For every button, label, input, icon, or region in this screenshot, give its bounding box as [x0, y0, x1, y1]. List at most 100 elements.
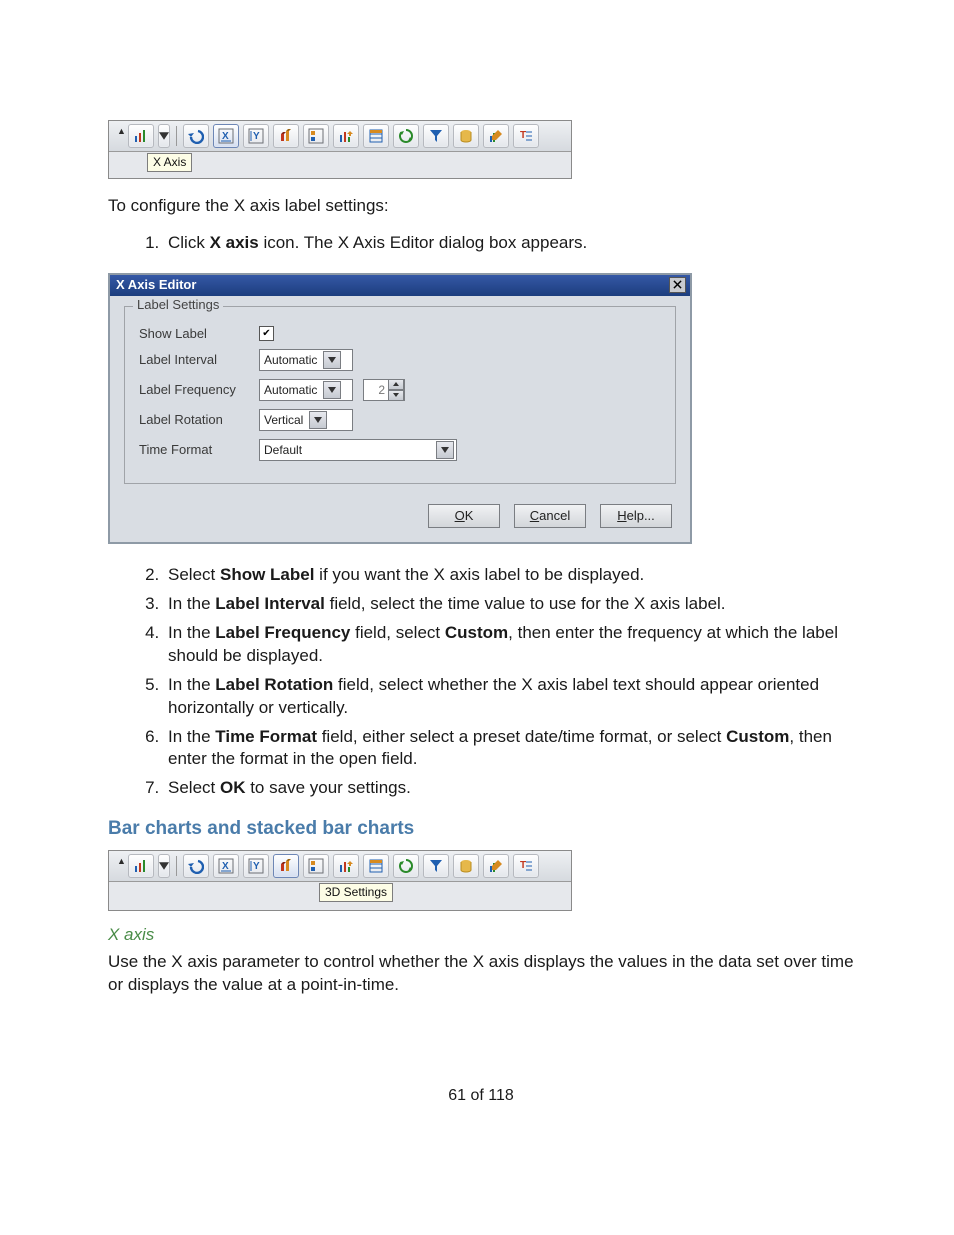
dropdown-arrow-button[interactable]: [158, 854, 170, 878]
show-label-checkbox[interactable]: ✔: [259, 326, 274, 341]
svg-text:T: T: [520, 130, 526, 141]
3d-settings-button[interactable]: [273, 124, 299, 148]
edit-chart-button[interactable]: [483, 854, 509, 878]
subheading-x-axis: X axis: [108, 925, 854, 945]
label-frequency-spinner[interactable]: 2: [363, 379, 405, 401]
row-label-interval: Label Interval Automatic: [139, 349, 665, 371]
spinner-down-icon[interactable]: [388, 390, 404, 401]
table-button[interactable]: [363, 854, 389, 878]
data-labels-button[interactable]: [333, 854, 359, 878]
svg-text:T: T: [520, 860, 526, 871]
svg-text:X: X: [222, 131, 229, 142]
steps-list-1: Click X axis icon. The X Axis Editor dia…: [108, 232, 854, 255]
refresh-button[interactable]: [393, 124, 419, 148]
step-1: Click X axis icon. The X Axis Editor dia…: [164, 232, 854, 255]
edit-chart-button[interactable]: [483, 124, 509, 148]
toolbar-grip-icon: ▲: [117, 856, 126, 866]
spinner-value: 2: [364, 383, 388, 397]
step-bold: X axis: [210, 233, 259, 252]
toolbar-row: ▲ X Y: [109, 851, 571, 882]
spinner-buttons: [388, 379, 404, 401]
chart-type-button[interactable]: [128, 854, 154, 878]
step-6: In the Time Format field, either select …: [164, 726, 854, 772]
database-button[interactable]: [453, 854, 479, 878]
x-axis-button[interactable]: X: [213, 124, 239, 148]
data-labels-button[interactable]: [333, 124, 359, 148]
y-axis-button[interactable]: Y: [243, 854, 269, 878]
time-format-select[interactable]: Default: [259, 439, 457, 461]
toolbar-tooltip-row: 3D Settings: [109, 882, 571, 910]
step-4: In the Label Frequency field, select Cus…: [164, 622, 854, 668]
toolbar-figure-2: ▲ X Y: [108, 850, 572, 911]
step-text: icon. The X Axis Editor dialog box appea…: [259, 233, 588, 252]
dialog-title: X Axis Editor: [116, 277, 196, 292]
refresh-button[interactable]: [393, 854, 419, 878]
3d-settings-button[interactable]: [273, 854, 299, 878]
chart-type-button[interactable]: [128, 124, 154, 148]
filter-button[interactable]: [423, 854, 449, 878]
group-legend: Label Settings: [133, 297, 223, 312]
row-label-frequency: Label Frequency Automatic 2: [139, 379, 665, 401]
y-axis-button[interactable]: Y: [243, 124, 269, 148]
dropdown-arrow-icon: [309, 411, 327, 429]
label: Label Rotation: [139, 412, 249, 427]
steps-list-2: Select Show Label if you want the X axis…: [108, 564, 854, 800]
step-5: In the Label Rotation field, select whet…: [164, 674, 854, 720]
row-time-format: Time Format Default: [139, 439, 665, 461]
toolbar-figure-1: ▲ X Y: [108, 120, 572, 179]
label: Label Interval: [139, 352, 249, 367]
step-text: Click: [168, 233, 210, 252]
label-frequency-select[interactable]: Automatic: [259, 379, 353, 401]
label: Show Label: [139, 326, 249, 341]
toolbar-tooltip: 3D Settings: [319, 883, 393, 902]
row-label-rotation: Label Rotation Vertical: [139, 409, 665, 431]
label: Label Frequency: [139, 382, 249, 397]
filter-button[interactable]: [423, 124, 449, 148]
legend-button[interactable]: [303, 124, 329, 148]
svg-text:Y: Y: [253, 131, 260, 142]
heading-bar-charts: Bar charts and stacked bar charts: [108, 818, 854, 840]
dropdown-arrow-icon: [436, 441, 454, 459]
toolbar-separator: [176, 856, 177, 876]
label-rotation-select[interactable]: Vertical: [259, 409, 353, 431]
label-interval-select[interactable]: Automatic: [259, 349, 353, 371]
step-7: Select OK to save your settings.: [164, 777, 854, 800]
toolbar-row: ▲ X Y: [109, 121, 571, 152]
help-button[interactable]: Help...: [600, 504, 672, 528]
dropdown-arrow-button[interactable]: [158, 124, 170, 148]
x-axis-button[interactable]: X: [213, 854, 239, 878]
label: Time Format: [139, 442, 249, 457]
dialog-body: Label Settings Show Label ✔ Label Interv…: [110, 296, 690, 494]
select-value: Automatic: [264, 353, 323, 367]
legend-button[interactable]: [303, 854, 329, 878]
undo-button[interactable]: [183, 854, 209, 878]
x-axis-paragraph: Use the X axis parameter to control whet…: [108, 951, 854, 997]
step-3: In the Label Interval field, select the …: [164, 593, 854, 616]
toolbar-grip-icon: ▲: [117, 126, 126, 136]
toolbar-separator: [176, 126, 177, 146]
select-value: Automatic: [264, 383, 323, 397]
select-value: Default: [264, 443, 436, 457]
undo-button[interactable]: [183, 124, 209, 148]
text-format-button[interactable]: T: [513, 124, 539, 148]
svg-text:X: X: [222, 861, 229, 872]
dropdown-arrow-icon: [323, 381, 341, 399]
close-button[interactable]: [669, 277, 686, 293]
x-axis-editor-dialog: X Axis Editor Label Settings Show Label …: [108, 273, 692, 544]
toolbar-tooltip: X Axis: [147, 153, 192, 172]
dialog-titlebar: X Axis Editor: [110, 275, 690, 296]
step-2: Select Show Label if you want the X axis…: [164, 564, 854, 587]
intro-paragraph: To configure the X axis label settings:: [108, 195, 854, 218]
database-button[interactable]: [453, 124, 479, 148]
spinner-up-icon[interactable]: [388, 379, 404, 390]
svg-text:Y: Y: [253, 861, 260, 872]
dialog-footer: OK Cancel Help...: [110, 494, 690, 542]
page-number: 61 of 118: [108, 1087, 854, 1105]
cancel-button[interactable]: Cancel: [514, 504, 586, 528]
label-settings-group: Label Settings Show Label ✔ Label Interv…: [124, 306, 676, 484]
toolbar-tooltip-row: X Axis: [109, 152, 571, 178]
ok-button[interactable]: OK: [428, 504, 500, 528]
text-format-button[interactable]: T: [513, 854, 539, 878]
table-button[interactable]: [363, 124, 389, 148]
select-value: Vertical: [264, 413, 309, 427]
